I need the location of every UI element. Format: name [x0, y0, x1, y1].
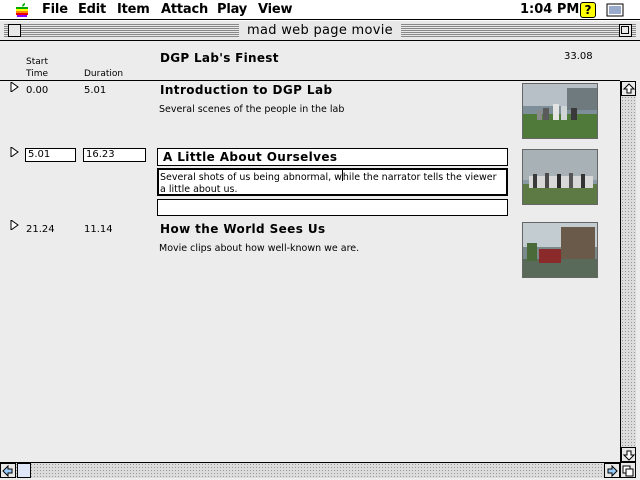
scene-2-title-field[interactable]: A Little About Ourselves [157, 148, 508, 166]
zoom-box[interactable] [619, 24, 632, 37]
scroll-left-arrow-icon [2, 465, 13, 477]
menu-edit[interactable]: Edit [78, 2, 106, 18]
scene-2-description-field[interactable]: Several shots of us being abnormal, whil… [157, 168, 508, 196]
title-bar[interactable]: mad web page movie [0, 21, 640, 41]
document-window: mad web page movie Start Time Duration D… [0, 21, 640, 480]
scene-2-start-time-field[interactable]: 5.01 [25, 148, 76, 162]
scroll-down-arrow[interactable] [621, 447, 636, 462]
scene-2-thumbnail[interactable] [522, 149, 598, 205]
menu-clock[interactable]: 1:04 PM [520, 2, 579, 18]
grow-box[interactable] [620, 462, 636, 478]
scene-1-title[interactable]: Introduction to DGP Lab [160, 83, 332, 97]
scene-1-description[interactable]: Several scenes of the people in the lab [159, 104, 344, 116]
scroll-down-arrow-icon [623, 450, 635, 461]
scene-2-disclosure-triangle[interactable] [10, 147, 20, 157]
start-time-header-label: Start Time [26, 57, 49, 79]
menu-play[interactable]: Play [217, 2, 247, 18]
help-icon[interactable]: ? [580, 2, 596, 18]
scene-1-duration[interactable]: 5.01 [84, 85, 106, 97]
scene-3-duration[interactable]: 11.14 [84, 224, 113, 236]
menu-bar: File Edit Item Attach Play View 1:04 PM … [0, 0, 640, 20]
scene-3-thumbnail[interactable] [522, 222, 598, 278]
scene-3-disclosure-triangle[interactable] [10, 220, 20, 230]
scene-1-thumbnail[interactable] [522, 83, 598, 139]
vertical-scrollbar[interactable] [620, 81, 636, 462]
scene-2-description-text-before-cursor: Several shots of us being abnormal, w [160, 172, 342, 183]
horizontal-scrollbar[interactable] [0, 462, 620, 478]
apple-menu-icon[interactable] [14, 2, 30, 18]
scroll-left-arrow[interactable] [0, 463, 16, 478]
scene-3-description[interactable]: Movie clips about how well-known we are. [159, 243, 359, 255]
movie-title[interactable]: DGP Lab's Finest [160, 51, 279, 65]
close-box[interactable] [8, 24, 21, 37]
scene-1-start-time[interactable]: 0.00 [26, 85, 48, 97]
menu-attach[interactable]: Attach [161, 2, 208, 18]
window-title: mad web page movie [239, 23, 401, 38]
scroll-right-arrow[interactable] [604, 463, 620, 478]
scroll-up-arrow[interactable] [621, 81, 636, 96]
menu-item[interactable]: Item [117, 2, 150, 18]
movie-length: 33.08 [564, 51, 593, 62]
menu-file[interactable]: File [42, 2, 68, 18]
application-menu-icon[interactable] [606, 2, 626, 18]
horizontal-scroll-thumb[interactable] [17, 463, 31, 478]
scroll-right-arrow-icon [607, 465, 618, 477]
resize-icon [622, 465, 634, 477]
scene-2-extra-field[interactable] [157, 199, 508, 216]
header-divider [0, 80, 620, 81]
duration-header: Duration [84, 69, 124, 79]
scene-3-start-time[interactable]: 21.24 [26, 224, 55, 236]
scroll-up-arrow-icon [623, 83, 635, 94]
start-time-header: Start Time [26, 56, 48, 80]
menu-view[interactable]: View [258, 2, 293, 18]
scene-3-title[interactable]: How the World Sees Us [160, 222, 326, 236]
scene-1-disclosure-triangle[interactable] [10, 82, 20, 92]
scene-2-duration-field[interactable]: 16.23 [83, 148, 146, 162]
